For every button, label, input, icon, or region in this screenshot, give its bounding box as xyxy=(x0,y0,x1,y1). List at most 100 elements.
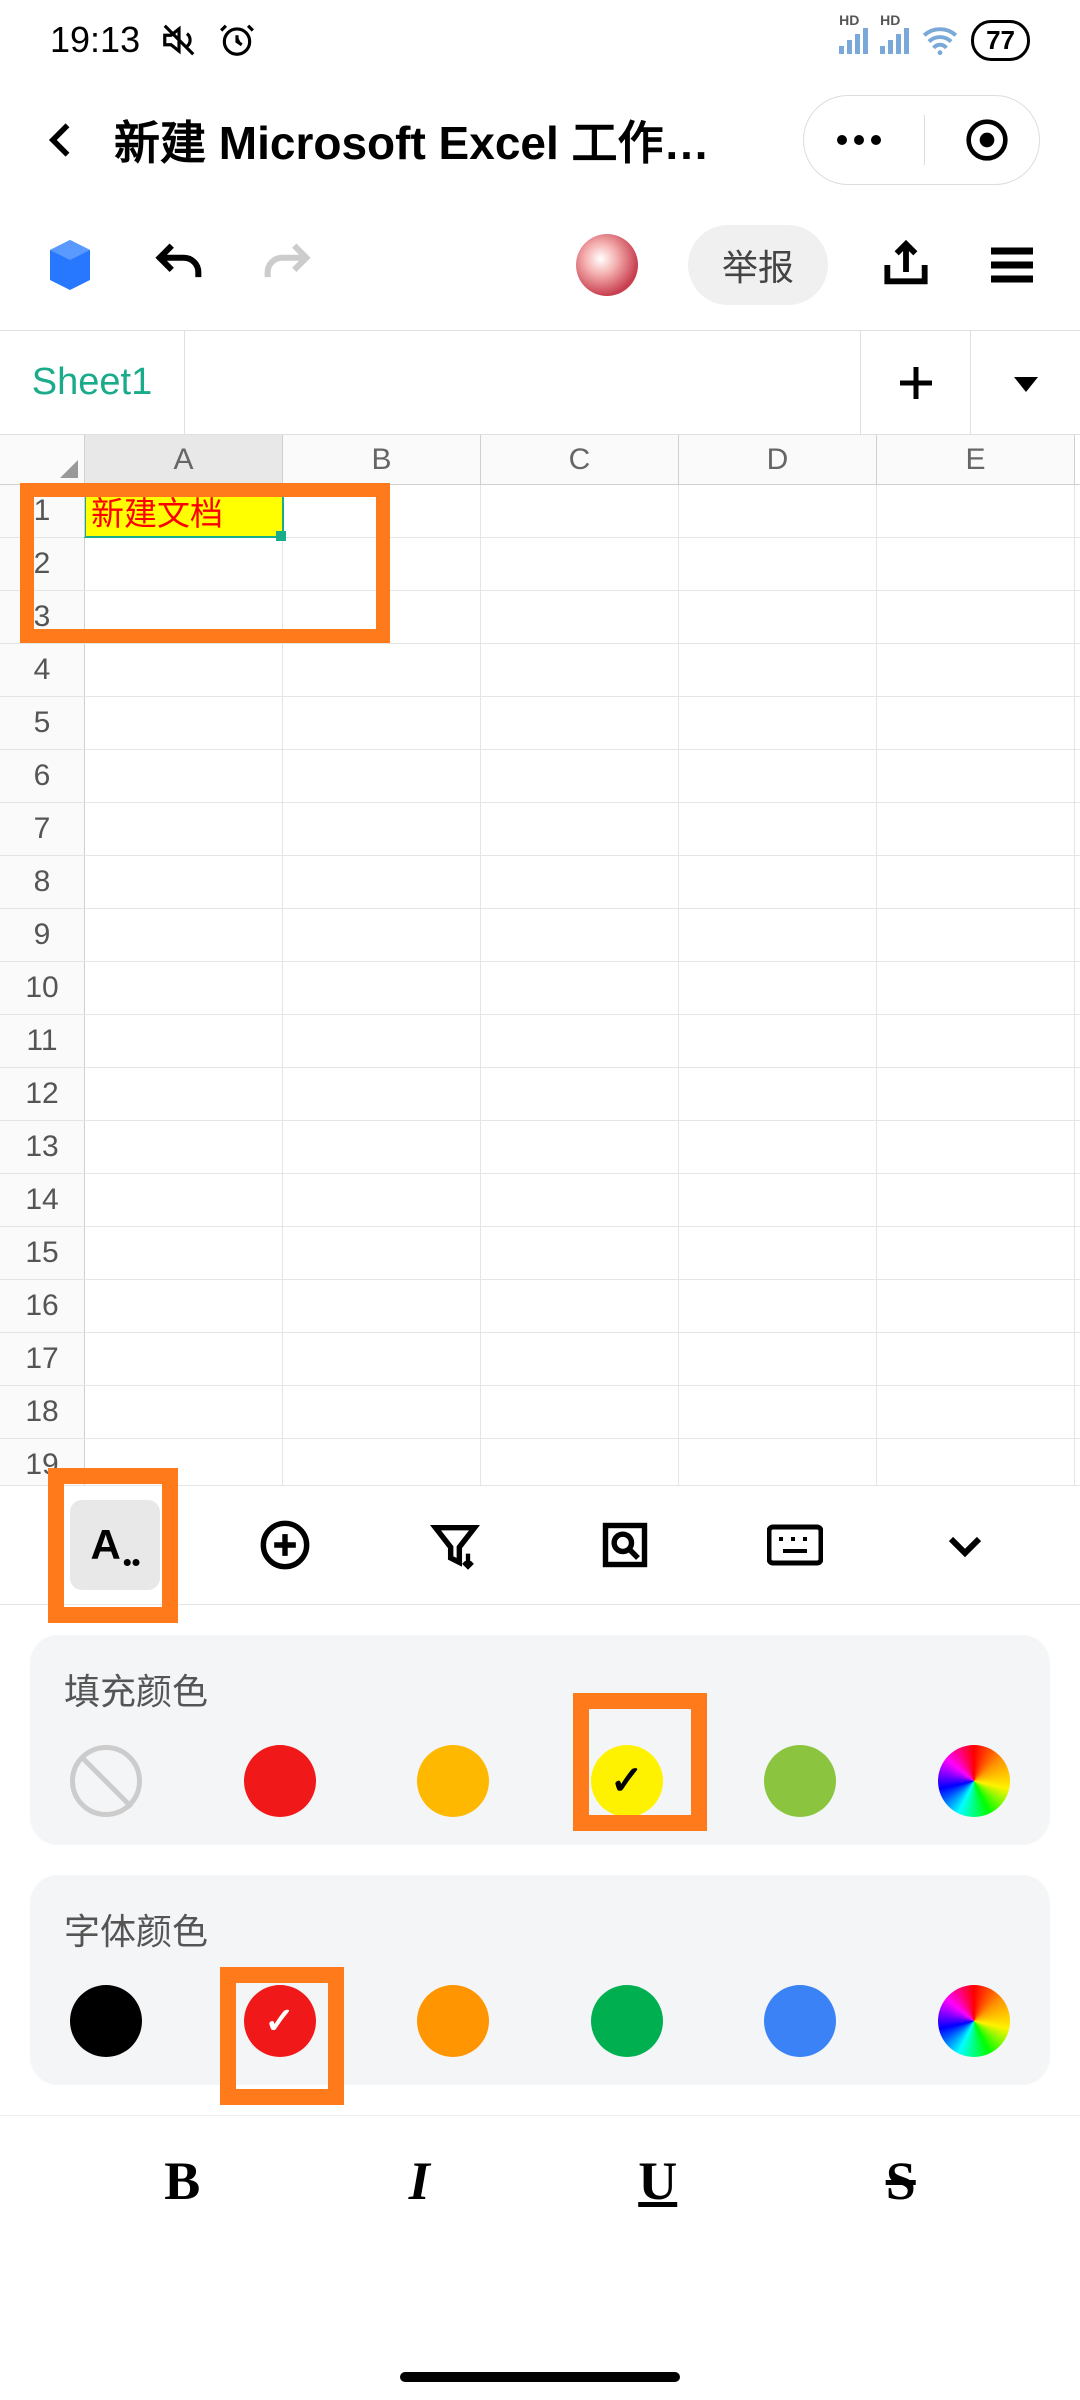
row-header[interactable]: 8 xyxy=(0,856,85,908)
cell[interactable] xyxy=(877,1386,1075,1438)
cell[interactable] xyxy=(85,1174,283,1226)
menu-icon[interactable] xyxy=(984,237,1040,293)
strike-button[interactable]: S xyxy=(886,2150,916,2212)
cell[interactable] xyxy=(877,1280,1075,1332)
cell[interactable] xyxy=(85,750,283,802)
cell[interactable] xyxy=(679,1280,877,1332)
underline-button[interactable]: U xyxy=(638,2150,677,2212)
cell[interactable] xyxy=(85,1333,283,1385)
keyboard-button[interactable] xyxy=(750,1500,840,1590)
cell[interactable] xyxy=(283,1386,481,1438)
find-button[interactable] xyxy=(580,1500,670,1590)
cell[interactable] xyxy=(85,962,283,1014)
cell[interactable] xyxy=(85,1015,283,1067)
cell[interactable] xyxy=(283,1015,481,1067)
cell[interactable] xyxy=(877,803,1075,855)
cell[interactable] xyxy=(877,591,1075,643)
cell[interactable] xyxy=(283,803,481,855)
cell[interactable] xyxy=(877,856,1075,908)
cell[interactable] xyxy=(679,1015,877,1067)
cell[interactable] xyxy=(877,1121,1075,1173)
cell[interactable] xyxy=(877,644,1075,696)
cell[interactable] xyxy=(481,1121,679,1173)
cell[interactable] xyxy=(481,538,679,590)
row-header[interactable]: 10 xyxy=(0,962,85,1014)
cell[interactable] xyxy=(679,856,877,908)
filter-button[interactable] xyxy=(410,1500,500,1590)
row-header[interactable]: 11 xyxy=(0,1015,85,1067)
cell[interactable] xyxy=(679,538,877,590)
cell[interactable] xyxy=(877,1439,1075,1485)
share-icon[interactable] xyxy=(878,237,934,293)
cell[interactable]: 新建文档 xyxy=(85,485,283,537)
cell[interactable] xyxy=(481,962,679,1014)
undo-icon[interactable] xyxy=(150,236,208,294)
cell[interactable] xyxy=(679,1121,877,1173)
font-swatch-blue[interactable] xyxy=(764,1985,836,2057)
text-format-button[interactable]: A xyxy=(70,1500,160,1590)
cell[interactable] xyxy=(481,856,679,908)
column-header[interactable]: A xyxy=(85,435,283,484)
cell[interactable] xyxy=(679,591,877,643)
row-header[interactable]: 3 xyxy=(0,591,85,643)
cell[interactable] xyxy=(85,697,283,749)
font-swatch-black[interactable] xyxy=(70,1985,142,2057)
cell[interactable] xyxy=(877,1227,1075,1279)
fill-swatch-none[interactable] xyxy=(70,1745,142,1817)
cell[interactable] xyxy=(85,1280,283,1332)
cell[interactable] xyxy=(481,1068,679,1120)
cell[interactable] xyxy=(679,644,877,696)
cell[interactable] xyxy=(877,750,1075,802)
row-header[interactable]: 19 xyxy=(0,1439,85,1485)
cell[interactable] xyxy=(283,856,481,908)
cell[interactable] xyxy=(877,1015,1075,1067)
row-header[interactable]: 12 xyxy=(0,1068,85,1120)
row-header[interactable]: 2 xyxy=(0,538,85,590)
cell[interactable] xyxy=(877,1333,1075,1385)
cell[interactable] xyxy=(877,1068,1075,1120)
fill-swatch-red[interactable] xyxy=(244,1745,316,1817)
cell[interactable] xyxy=(481,750,679,802)
row-header[interactable]: 13 xyxy=(0,1121,85,1173)
fill-swatch-green[interactable] xyxy=(764,1745,836,1817)
column-header[interactable]: C xyxy=(481,435,679,484)
cell[interactable] xyxy=(481,591,679,643)
row-header[interactable]: 1 xyxy=(0,485,85,537)
fill-swatch-more[interactable] xyxy=(938,1745,1010,1817)
add-sheet-button[interactable] xyxy=(860,331,970,434)
cell[interactable] xyxy=(283,1333,481,1385)
cell[interactable] xyxy=(85,1068,283,1120)
cell[interactable] xyxy=(85,1121,283,1173)
cell[interactable] xyxy=(283,591,481,643)
row-header[interactable]: 15 xyxy=(0,1227,85,1279)
cell[interactable] xyxy=(85,909,283,961)
cell[interactable] xyxy=(679,1174,877,1226)
report-button[interactable]: 举报 xyxy=(688,225,828,305)
cell[interactable] xyxy=(85,1439,283,1485)
cell[interactable] xyxy=(85,591,283,643)
row-header[interactable]: 14 xyxy=(0,1174,85,1226)
collapse-button[interactable] xyxy=(920,1500,1010,1590)
cell[interactable] xyxy=(481,1227,679,1279)
column-header[interactable]: B xyxy=(283,435,481,484)
cell[interactable] xyxy=(85,803,283,855)
font-swatch-green[interactable] xyxy=(591,1985,663,2057)
cell[interactable] xyxy=(877,1174,1075,1226)
cell[interactable] xyxy=(481,1015,679,1067)
cell[interactable] xyxy=(679,1439,877,1485)
cell[interactable] xyxy=(85,856,283,908)
row-header[interactable]: 17 xyxy=(0,1333,85,1385)
cell[interactable] xyxy=(481,1280,679,1332)
cell[interactable] xyxy=(85,1386,283,1438)
cell[interactable] xyxy=(283,1068,481,1120)
row-header[interactable]: 18 xyxy=(0,1386,85,1438)
cell[interactable] xyxy=(679,697,877,749)
cell[interactable] xyxy=(481,909,679,961)
more-icon[interactable] xyxy=(834,132,884,148)
cell[interactable] xyxy=(283,485,481,537)
cell[interactable] xyxy=(481,697,679,749)
record-icon[interactable] xyxy=(965,118,1009,162)
fill-swatch-orange[interactable] xyxy=(417,1745,489,1817)
sheet-menu-button[interactable] xyxy=(970,331,1080,434)
column-header[interactable]: D xyxy=(679,435,877,484)
